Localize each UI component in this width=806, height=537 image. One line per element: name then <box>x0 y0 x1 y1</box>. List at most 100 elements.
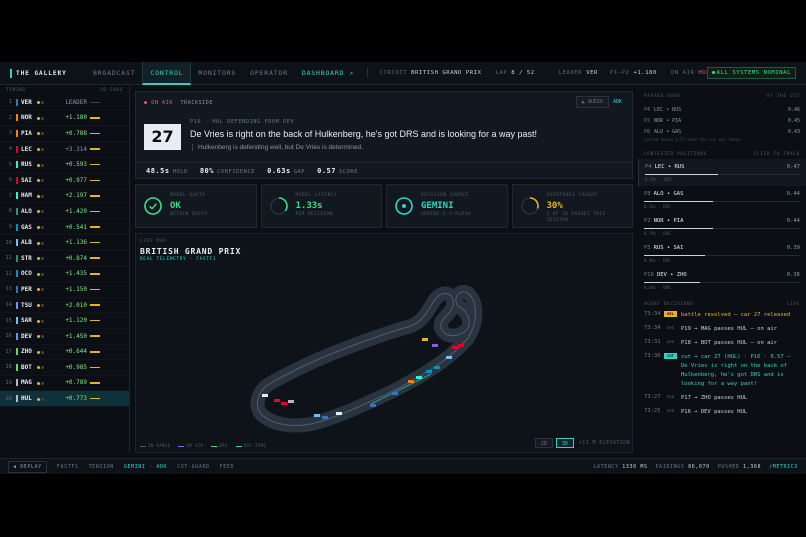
metric-label: MODEL LATENCY <box>295 193 338 198</box>
timing-position: 4 <box>8 146 12 153</box>
contested-row[interactable]: P4 LEC • RUS 0.47 0.59s · DRS <box>638 159 806 186</box>
tab-broadcast[interactable]: BROADCAST <box>86 62 142 85</box>
car-number: 27 <box>144 124 181 150</box>
gap-value: +1.420 <box>65 207 87 215</box>
decision-tag: SYS <box>667 339 674 344</box>
timing-row[interactable]: 3 PIA +0.788 <box>0 126 129 142</box>
tab-dashboard-link[interactable]: DASHBOARD ↗ <box>295 62 361 85</box>
replay-button[interactable]: ◀ REPLAY <box>8 460 47 473</box>
driver-code: ALB <box>21 239 32 247</box>
gap-value: +0.874 <box>65 254 87 262</box>
timing-row[interactable]: 7 HAM +2.197 <box>0 189 129 205</box>
timing-row[interactable]: 11 STR +0.874 <box>0 251 129 267</box>
commentary-text: De Vries is right on the back of Hulkenb… <box>190 129 538 139</box>
metrics-link[interactable]: /METRICS <box>769 464 798 470</box>
timing-row[interactable]: 8 ALO +1.420 <box>0 204 129 220</box>
driver-code: OCO <box>21 270 32 278</box>
pair-score: 0.45 <box>787 117 800 124</box>
timing-row[interactable]: 5 RUS +0.593 <box>0 157 129 173</box>
audio-button[interactable]: ◣ AUDIO <box>575 96 609 108</box>
driver-code: DEV <box>21 332 32 340</box>
decision-tag: CUT <box>664 353 677 359</box>
metric-label: MODEL QUOTA <box>170 193 206 198</box>
driver-code: ALO <box>21 207 32 215</box>
timing-row[interactable]: 9 GAS +0.541 <box>0 220 129 236</box>
tab-control[interactable]: CONTROL <box>142 62 192 85</box>
tyre-icon <box>37 147 51 152</box>
gap-value: +0.788 <box>65 129 87 137</box>
decision-message: battle resolved — car 27 released <box>681 312 791 318</box>
pair-drivers: NOR • PIA <box>653 218 684 224</box>
pair-position: P2 <box>644 218 651 224</box>
legend-on-air: ON AIR <box>178 443 203 448</box>
pair-score: 0.44 <box>786 218 800 224</box>
car-marker <box>262 394 268 397</box>
contested-row[interactable]: P8 ALO • GAS 0.44 0.54s · DRS <box>638 186 806 213</box>
timing-row[interactable]: 19 MAG +0.789 <box>0 376 129 392</box>
stat-hold-label: HOLD <box>172 169 188 175</box>
driver-code: MAG <box>21 379 32 387</box>
pair-drivers: LEC • RUS <box>654 106 682 113</box>
timing-row[interactable]: 15 SAR +1.120 <box>0 313 129 329</box>
timing-row[interactable]: 14 TSU +2.010 <box>0 298 129 314</box>
live-map[interactable]: LIVE MAP BRITISH GRAND PRIX REAL TELEMET… <box>135 233 633 453</box>
car-marker <box>426 370 432 373</box>
team-color-bar <box>16 363 18 371</box>
trend-spark-icon <box>90 382 100 384</box>
decisions-list: 73:34 REL battle resolved — car 27 release… <box>638 311 806 417</box>
car-marker <box>314 414 320 417</box>
contested-row[interactable]: P16 DEV • ZHO 0.36 0.64s · DRS <box>638 267 806 294</box>
tab-monitors[interactable]: MONITORS <box>191 62 243 85</box>
footer-pushed: PUSHED 1,368 <box>717 463 762 470</box>
timing-row[interactable]: 10 ALB +1.136 <box>0 235 129 251</box>
timing-row[interactable]: 16 DEV +1.450 <box>0 329 129 345</box>
timing-row[interactable]: 20 HUL +0.773 <box>0 391 129 407</box>
pair-position: P5 <box>644 245 651 251</box>
timing-position: 13 <box>5 286 12 293</box>
tab-operator[interactable]: OPERATOR <box>243 62 295 85</box>
timing-row[interactable]: 6 SAI +0.977 <box>0 173 129 189</box>
gap-value: +0.593 <box>65 161 87 169</box>
trend-spark-icon <box>90 195 100 197</box>
timing-row[interactable]: 18 BOT +0.985 <box>0 360 129 376</box>
brand-title: THE GALLERY <box>16 69 67 77</box>
contested-row[interactable]: P5 RUS • SAI 0.39 0.98s · DRS <box>638 240 806 267</box>
map-title: BRITISH GRAND PRIX <box>140 247 242 256</box>
timing-row[interactable]: 4 LEC +3.314 <box>0 142 129 158</box>
passed-over-note: scored below 0.57 when the cut was taken <box>644 137 741 142</box>
radio-meta: P16 · HUL DEFENDING FROM DEV <box>190 119 295 125</box>
stat-score: 0.57 SCORE <box>317 167 358 175</box>
metric-sub: WITHIN QUOTA <box>170 212 208 217</box>
map-legend: IN RANGE ON AIR DRS DRS ZONE <box>140 443 266 448</box>
decisions-header: AGENT DECISIONS LIVE <box>638 302 806 307</box>
timing-position: 8 <box>8 208 12 215</box>
trend-spark-icon <box>90 335 100 337</box>
metric-label: OVERTAKES CAUGHT <box>546 193 598 198</box>
view-2d-button[interactable]: 2D <box>534 438 553 448</box>
timing-position: 5 <box>8 161 12 168</box>
tyre-icon <box>37 365 51 370</box>
tyre-icon <box>37 225 51 230</box>
timing-row[interactable]: 2 NOR +1.180 <box>0 111 129 127</box>
timing-row[interactable]: 12 OCO +1.435 <box>0 267 129 283</box>
timing-row[interactable]: 1 VER LEADER <box>0 95 129 111</box>
team-color-bar <box>16 317 18 325</box>
contested-row[interactable]: P2 NOR • PIA 0.44 0.79s · DRS <box>638 213 806 240</box>
pair-drivers: ALO • GAS <box>654 128 682 135</box>
circuit-info: CIRCUIT BRITISH GRAND PRIX LAP 8 / 52 LE… <box>380 70 710 76</box>
trend-spark-icon <box>90 351 100 353</box>
timing-row[interactable]: 13 PER +1.150 <box>0 282 129 298</box>
track-map[interactable] <box>136 234 633 453</box>
pair-drivers: RUS • SAI <box>653 245 684 251</box>
pair-gap: 0.59s · DRS <box>645 177 672 182</box>
gap-value: +1.150 <box>65 285 87 293</box>
driver-code: ZHO <box>21 348 32 356</box>
timing-row[interactable]: 17 ZHO +0.644 <box>0 345 129 361</box>
view-3d-button[interactable]: 3D <box>555 438 574 448</box>
car-marker <box>392 392 398 395</box>
gap-value: +1.450 <box>65 332 87 340</box>
score-bar <box>644 201 800 202</box>
trend-spark-icon <box>90 288 100 291</box>
decisions-title: AGENT DECISIONS <box>644 302 694 307</box>
score-bar-fill <box>644 282 701 283</box>
